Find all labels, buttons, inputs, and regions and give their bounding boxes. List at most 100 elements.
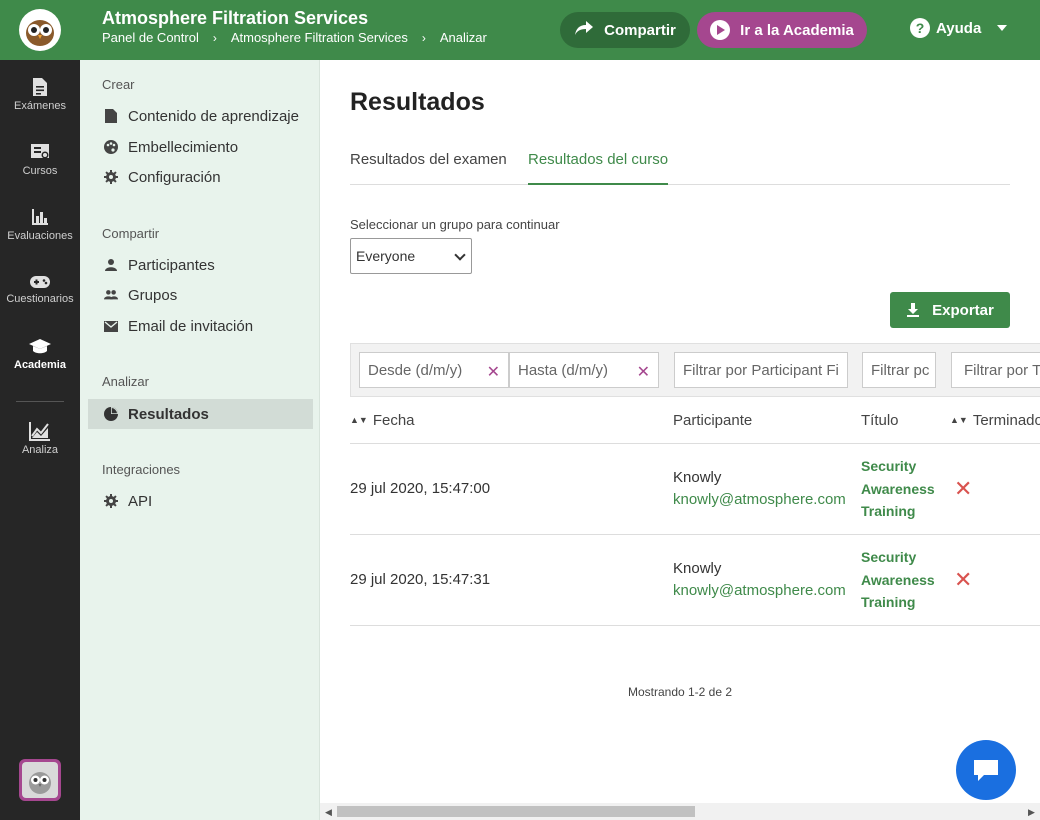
row-course-title[interactable]: Security Awareness Training [861, 546, 935, 614]
scrollbar-thumb[interactable] [337, 806, 695, 817]
rail-divider [16, 401, 64, 402]
group-select-value: Everyone [356, 248, 416, 264]
help-label: Ayuda [936, 19, 982, 37]
sidebar-item-participants[interactable]: Participantes [88, 250, 313, 280]
sidebar-item-results[interactable]: Resultados [88, 399, 313, 429]
sidebar-item-learning-content[interactable]: Contenido de aprendizaje [88, 101, 313, 131]
results-tabs: Resultados del examen Resultados del cur… [350, 143, 1010, 185]
rail-label: Cuestionarios [6, 292, 74, 305]
rail-item-evaluations[interactable]: Evaluaciones [0, 194, 80, 254]
section-title-share: Compartir [102, 226, 160, 241]
person-icon [104, 258, 118, 272]
rail-label: Academia [14, 358, 66, 371]
section-title-create: Crear [102, 77, 135, 92]
participant-filter[interactable]: Filtrar por Participant Fi [674, 352, 848, 388]
scroll-left-arrow-icon[interactable]: ◀ [325, 807, 332, 818]
row-date: 29 jul 2020, 15:47:31 [350, 571, 491, 588]
group-select[interactable]: Everyone [350, 238, 472, 274]
sidebar-item-invitation-email[interactable]: Email de invitación [88, 311, 313, 341]
rail-label: Analiza [21, 443, 59, 456]
table-row[interactable]: 29 jul 2020, 15:47:31 Knowly knowly@atmo… [350, 535, 1040, 626]
top-bar: Atmosphere Filtration Services Panel de … [0, 0, 1040, 60]
row-date: 29 jul 2020, 15:47:00 [350, 480, 491, 497]
rail-item-analyze[interactable]: Analiza [0, 408, 80, 468]
pie-chart-icon [104, 407, 118, 421]
rail-item-academy[interactable]: Academia [0, 324, 80, 384]
export-button[interactable]: Exportar [890, 292, 1010, 328]
column-header-participant: Participante [673, 412, 753, 429]
rail-label: Exámenes [14, 99, 66, 112]
share-button[interactable]: Compartir [560, 12, 690, 48]
column-header-date[interactable]: ▲▼ Fecha [350, 412, 415, 429]
sidebar-item-label: Configuración [128, 168, 221, 186]
row-participant-name: Knowly [673, 469, 722, 486]
section-title-analyze: Analizar [102, 374, 149, 389]
breadcrumb-dashboard[interactable]: Panel de Control [102, 30, 199, 45]
scroll-right-arrow-icon[interactable]: ▶ [1028, 807, 1035, 818]
download-icon [907, 303, 920, 317]
export-label: Exportar [932, 301, 994, 319]
sidebar-item-embellishment[interactable]: Embellecimiento [88, 132, 313, 162]
not-finished-icon: ✕ [954, 476, 973, 501]
column-header-finished[interactable]: ▲▼ Terminado [950, 412, 1040, 429]
sidebar-item-label: Resultados [128, 405, 209, 423]
chat-bubble-icon [974, 760, 998, 781]
sidebar-item-label: Email de invitación [128, 317, 254, 335]
app-title: Atmosphere Filtration Services [102, 8, 369, 28]
table-row[interactable]: 29 jul 2020, 15:47:00 Knowly knowly@atmo… [350, 444, 1040, 535]
owl-avatar-icon [22, 762, 58, 798]
section-sidebar: Crear Contenido de aprendizaje Embelleci… [80, 60, 320, 820]
bar-chart-icon [32, 208, 48, 225]
clear-icon[interactable]: ✕ [637, 362, 650, 382]
user-avatar[interactable] [19, 759, 61, 801]
sidebar-item-label: Participantes [128, 256, 215, 274]
rail-item-exams[interactable]: Exámenes [0, 64, 80, 124]
column-header-title: Título [861, 412, 899, 429]
table-header: ▲▼ Fecha Participante Título ▲▼ Terminado [350, 400, 1040, 444]
app-logo[interactable] [0, 0, 80, 60]
rail-label: Evaluaciones [7, 229, 73, 242]
title-filter[interactable]: Filtrar pc [862, 352, 936, 388]
finished-filter[interactable]: Filtrar por T [951, 352, 1040, 388]
row-participant-email[interactable]: knowly@atmosphere.com [673, 491, 846, 508]
finished-filter-placeholder: Filtrar por T [964, 361, 1040, 379]
rail-item-quizzes[interactable]: Cuestionarios [0, 259, 80, 319]
date-to-filter[interactable]: Hasta (d/m/y) ✕ [509, 352, 659, 388]
main-content: Resultados Resultados del examen Resulta… [320, 60, 1040, 820]
tab-course-results[interactable]: Resultados del curso [528, 151, 669, 185]
share-arrow-icon [574, 20, 594, 40]
participant-filter-placeholder: Filtrar por Participant Fi [683, 361, 839, 379]
sidebar-item-configuration[interactable]: Configuración [88, 162, 313, 192]
go-to-academy-button[interactable]: Ir a la Academia [697, 12, 867, 48]
chevron-down-icon [997, 25, 1008, 31]
page-title: Resultados [350, 88, 485, 116]
sidebar-item-api[interactable]: API [88, 486, 313, 516]
owl-logo-icon [19, 9, 61, 51]
chat-button[interactable] [956, 740, 1016, 800]
sidebar-item-groups[interactable]: Grupos [88, 280, 313, 310]
breadcrumb-analyze[interactable]: Analizar [440, 30, 487, 45]
rail-item-courses[interactable]: Cursos [0, 129, 80, 189]
chevron-down-icon [454, 249, 466, 261]
share-label: Compartir [604, 21, 676, 39]
sidebar-item-label: API [128, 492, 153, 510]
sidebar-item-label: Contenido de aprendizaje [128, 107, 299, 125]
tab-exam-results[interactable]: Resultados del examen [350, 151, 507, 185]
play-icon [710, 20, 731, 40]
help-circle-icon: ? [910, 18, 930, 38]
breadcrumb-company[interactable]: Atmosphere Filtration Services [231, 30, 408, 45]
date-from-filter[interactable]: Desde (d/m/y) ✕ [359, 352, 509, 388]
line-chart-icon [29, 421, 50, 441]
row-participant-email[interactable]: knowly@atmosphere.com [673, 582, 846, 599]
horizontal-scrollbar[interactable]: ◀ ▶ [320, 803, 1040, 820]
sidebar-item-label: Grupos [128, 286, 178, 304]
date-to-placeholder: Hasta (d/m/y) [518, 361, 609, 379]
left-rail: Exámenes Cursos Evaluaciones Cuestionari… [0, 60, 80, 820]
help-menu[interactable]: ? Ayuda [910, 18, 1008, 38]
group-select-label: Seleccionar un grupo para continuar [350, 217, 560, 232]
clear-icon[interactable]: ✕ [487, 362, 500, 382]
sort-icon: ▲▼ [950, 415, 968, 425]
breadcrumb: Panel de Control › Atmosphere Filtration… [102, 30, 487, 45]
rail-label: Cursos [22, 164, 58, 177]
row-course-title[interactable]: Security Awareness Training [861, 455, 935, 523]
